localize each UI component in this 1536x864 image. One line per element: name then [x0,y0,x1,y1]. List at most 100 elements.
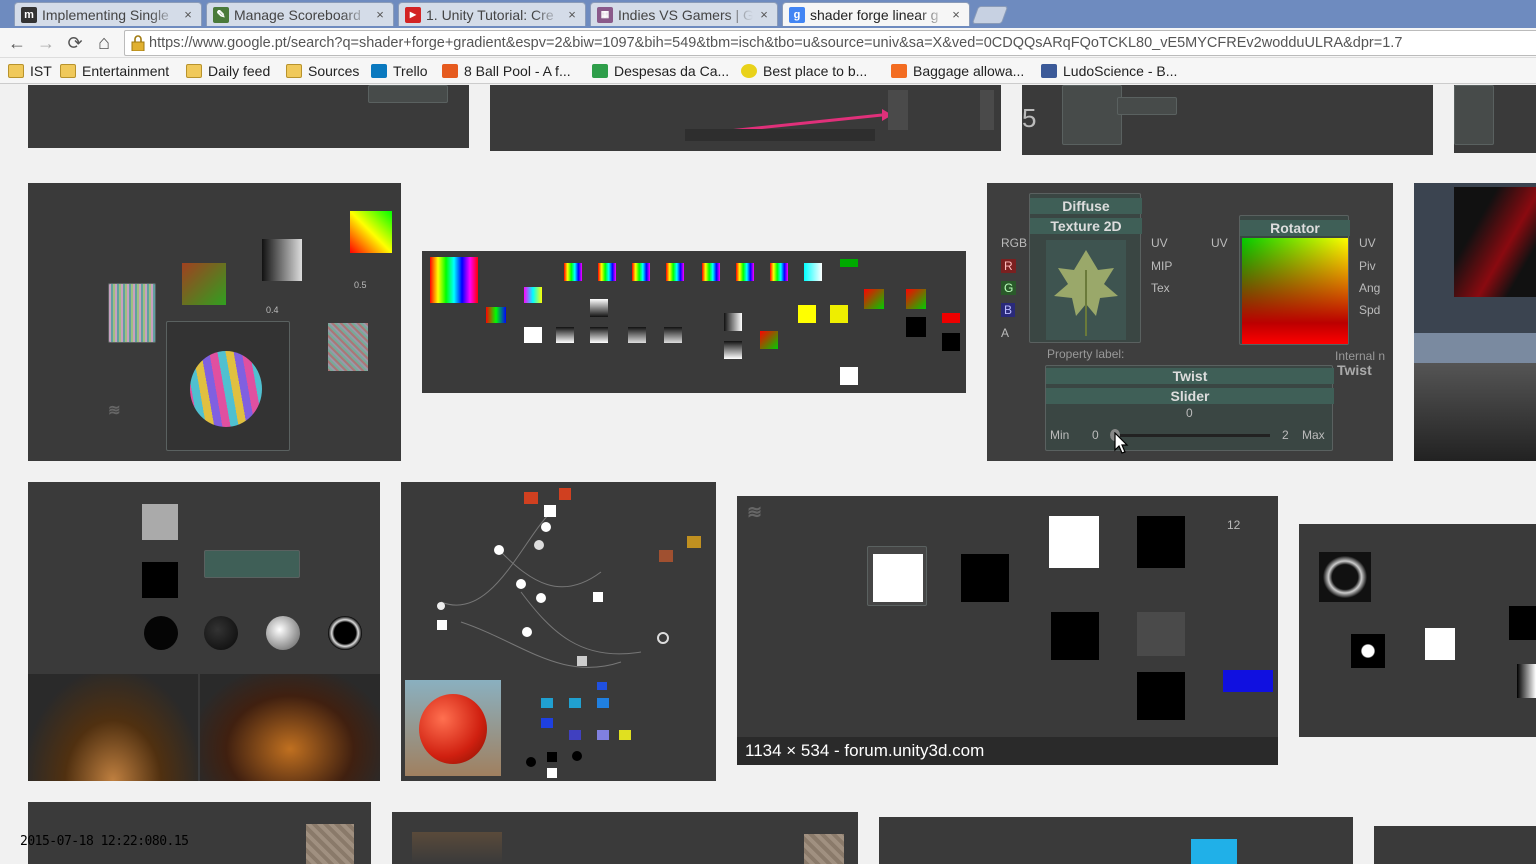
image-result-thumbnail[interactable]: 5 [1022,85,1433,155]
white-swatch [1049,516,1099,568]
bookmark-trello[interactable]: Trello [371,61,428,81]
black-swatch [1509,606,1536,640]
color-swatch [798,305,816,323]
leaf-texture [1046,240,1126,340]
bookmark-sources[interactable]: Sources [286,61,359,81]
port-g: G [1001,281,1017,295]
port-a: A [1001,326,1010,340]
youtube-icon: ▶ [405,6,421,23]
close-tab-icon[interactable]: × [181,7,195,22]
pencil-doc-icon: ✎ [213,6,229,23]
rotator-node: Rotator [1239,215,1350,345]
image-result-thumbnail[interactable] [28,802,371,864]
image-results-grid: 5 0.5 0.4 ≋ Diffuse Texture 2D RGB R G B… [0,85,1536,864]
color-swatch [664,327,682,343]
image-result-thumbnail[interactable]: Diffuse Texture 2D RGB R G B A UV MIP Te… [987,183,1393,461]
image-result-thumbnail[interactable] [28,85,469,148]
color-swatch [702,263,720,281]
diffuse-node: Diffuse Texture 2D [1029,193,1142,343]
sky-band [1414,333,1536,363]
port-r: R [1001,259,1016,273]
color-swatch [906,317,926,337]
bookmarks-bar: IST Entertainment Daily feed Sources Tre… [0,58,1536,84]
image-result-thumbnail[interactable] [28,482,380,781]
vector-preview [1137,612,1185,656]
twist-internal: Twist [1337,362,1372,378]
close-tab-icon[interactable]: × [757,7,771,22]
shaderforge-logo: ≋ [747,502,763,522]
color-swatch [724,313,742,331]
image-result-thumbnail[interactable] [1374,826,1536,864]
bookmark-entertainment[interactable]: Entertainment [60,61,169,81]
port-uv: UV [1151,236,1168,250]
image-result-thumbnail[interactable]: 0.5 0.4 ≋ [28,183,401,461]
tab-implementing-single[interactable]: m Implementing Single × [14,2,202,26]
bookmark-daily-feed[interactable]: Daily feed [186,61,270,81]
value-04: 0.4 [266,305,279,315]
tab-indies-vs-gamers[interactable]: ▦ Indies VS Gamers | G × [590,2,778,26]
terrain-swatch [412,832,502,864]
folder-icon [8,64,24,78]
mouse-cursor-icon [1114,432,1129,454]
port-uv-out: UV [1359,236,1376,250]
image-result-thumbnail[interactable] [1299,524,1536,737]
forward-arrow-icon[interactable]: → [35,32,57,54]
bookmark-best-place[interactable]: Best place to b... [741,61,867,81]
image-result-thumbnail[interactable] [490,85,1001,151]
color-swatch [556,327,574,343]
cyan-swatch [1191,839,1237,864]
slider-node: Twist Slider 0 Min 0 2 Max [1045,365,1334,451]
node-box [1062,85,1122,145]
white-sphere [266,616,300,650]
image-result-thumbnail[interactable] [1454,85,1536,153]
color-swatch [632,263,650,281]
bookmark-8-ball-pool[interactable]: 8 Ball Pool - A f... [442,61,571,81]
image-result-thumbnail[interactable] [401,482,716,781]
back-arrow-icon[interactable]: ← [6,32,28,54]
close-tab-icon[interactable]: × [373,7,387,22]
close-tab-icon[interactable]: × [949,7,963,22]
bookmark-despesas[interactable]: Despesas da Ca... [592,61,729,81]
address-bar[interactable]: https://www.google.pt/search?q=shader+fo… [124,30,1536,56]
color-swatch [840,367,858,385]
color-swatch [770,263,788,281]
white-swatch [1425,628,1455,660]
color-swatch [942,333,960,351]
home-icon[interactable]: ⌂ [93,32,115,54]
image-result-thumbnail[interactable]: ≋ 12 1134 × 534 - forum.unity3d.com [737,496,1278,765]
slider-value: 0 [1186,406,1193,420]
google-icon: g [789,6,805,23]
red-black-shape [1454,187,1536,297]
color-swatch [590,327,608,343]
reload-icon[interactable]: ⟳ [64,32,86,54]
uv-gradient [1242,238,1348,344]
bookmark-ist[interactable]: IST [8,61,52,81]
node-box [108,283,156,343]
dark-sphere [204,616,238,650]
smiley-icon [741,64,757,78]
wireframe-dome [28,674,198,781]
value-12: 12 [1227,518,1241,532]
port-piv: Piv [1359,259,1376,273]
port-b: B [1001,303,1016,317]
bookmark-ludoscience[interactable]: LudoScience - B... [1041,61,1177,81]
folder-icon [186,64,202,78]
bookmark-baggage[interactable]: Baggage allowa... [891,61,1024,81]
color-swatch [564,263,582,281]
black-swatch [142,562,178,598]
facebook-icon [1041,64,1057,78]
tab-unity-tutorial[interactable]: ▶ 1. Unity Tutorial: Cre × [398,2,586,26]
image-result-thumbnail[interactable] [392,812,858,864]
image-result-thumbnail[interactable] [422,251,966,393]
tab-shader-forge[interactable]: g shader forge linear g × [782,2,970,26]
image-result-thumbnail[interactable] [1414,183,1536,461]
rotator-header: Rotator [1240,220,1350,236]
port-spd: Spd [1359,303,1381,317]
image-result-thumbnail[interactable] [879,817,1353,864]
gradient-swatch [1517,664,1536,698]
node-box [1454,85,1494,145]
close-tab-icon[interactable]: × [565,7,579,22]
tab-manage-scoreboard[interactable]: ✎ Manage Scoreboard × [206,2,394,26]
new-tab-button[interactable] [971,6,1009,24]
slider-max-label: Max [1302,428,1325,442]
